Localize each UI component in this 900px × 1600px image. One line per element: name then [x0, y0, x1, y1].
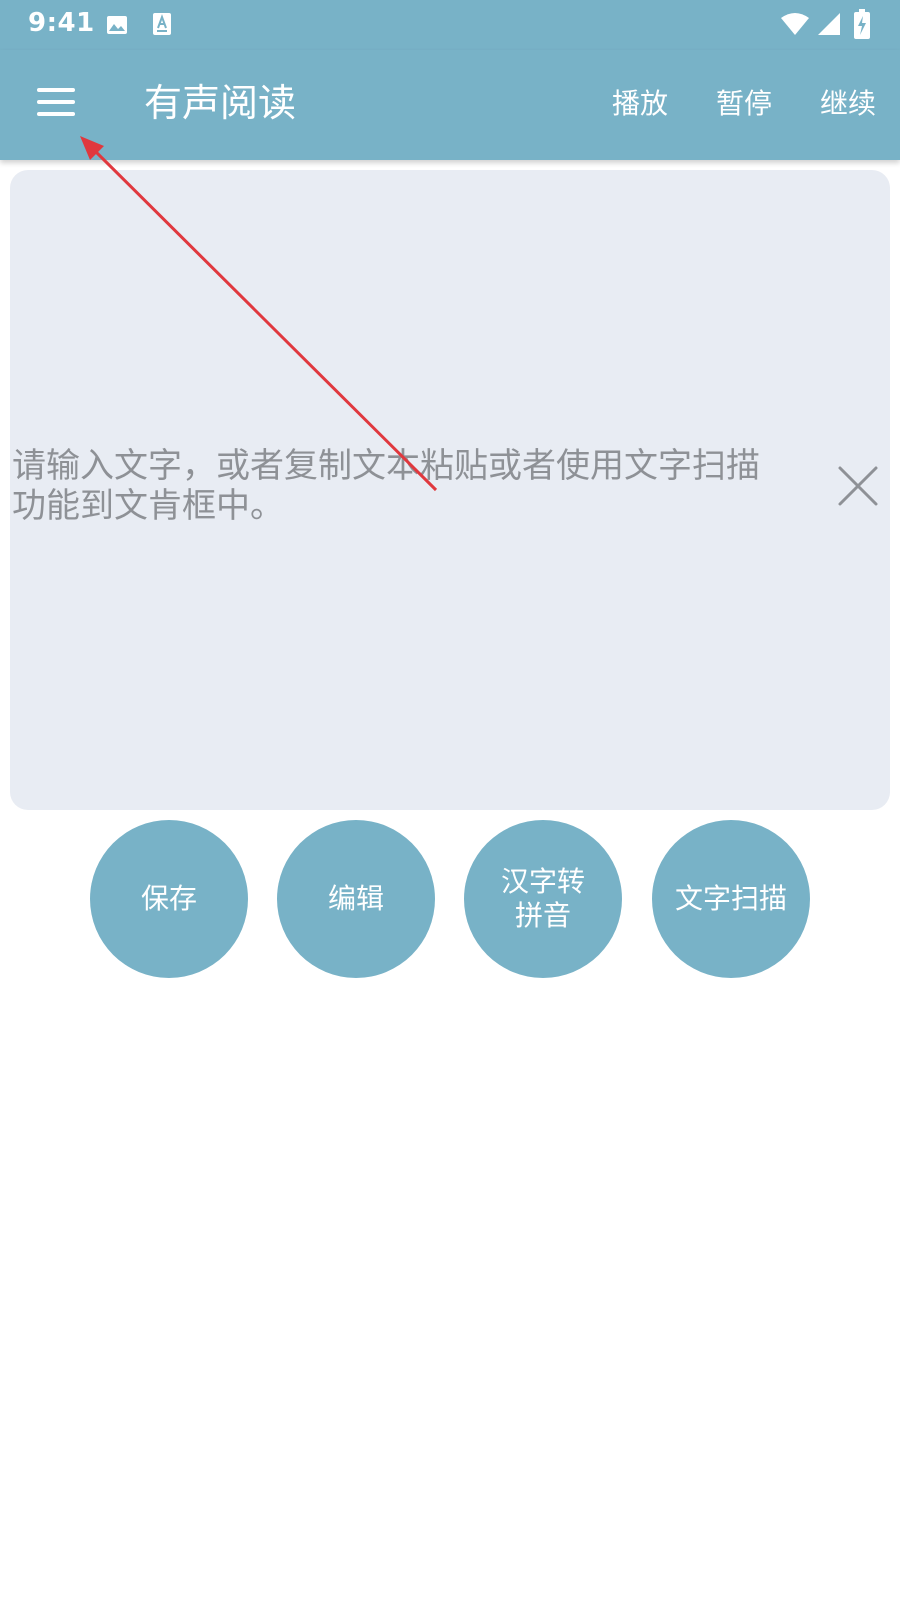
battery-icon: [854, 9, 870, 39]
text-placeholder: 请输入文字，或者复制文本粘贴或者使用文字扫描 功能到文肯框中。: [12, 446, 822, 526]
edit-button[interactable]: 编辑: [277, 820, 435, 978]
pause-button[interactable]: 暂停: [716, 86, 772, 122]
text-scan-button[interactable]: 文字扫描: [652, 820, 810, 978]
a-badge-icon: [153, 13, 171, 35]
hanzi-to-pinyin-button[interactable]: 汉字转 拼音: [464, 820, 622, 978]
hamburger-menu-icon[interactable]: [26, 76, 84, 128]
placeholder-line-2: 功能到文肯框中。: [12, 486, 284, 526]
wifi-icon: [781, 13, 809, 35]
text-input-area[interactable]: 请输入文字，或者复制文本粘贴或者使用文字扫描 功能到文肯框中。: [10, 170, 890, 810]
save-label: 保存: [140, 882, 197, 915]
edit-label: 编辑: [327, 882, 384, 915]
pinyin-label-line-1: 汉字转: [500, 865, 585, 898]
page-title: 有声阅读: [144, 81, 297, 125]
placeholder-line-1: 请输入文字，或者复制文本粘贴或者使用文字扫描: [12, 446, 760, 486]
image-icon: [107, 16, 127, 34]
app-bar: 有声阅读 播放 暂停 继续: [0, 50, 900, 160]
status-bar: 9:41: [0, 0, 900, 50]
resume-button[interactable]: 继续: [820, 86, 876, 122]
play-button[interactable]: 播放: [612, 86, 668, 122]
scan-label: 文字扫描: [674, 882, 787, 915]
pinyin-label-line-2: 拼音: [514, 899, 571, 932]
status-time: 9:41: [28, 8, 95, 38]
save-button[interactable]: 保存: [90, 820, 248, 978]
screen: 9:41 有声阅读 播放 暂停 继续 请输入文字，或者复制文本粘贴或者使用文字扫…: [0, 0, 900, 1600]
signal-icon: [818, 13, 840, 35]
close-icon[interactable]: [832, 460, 884, 512]
